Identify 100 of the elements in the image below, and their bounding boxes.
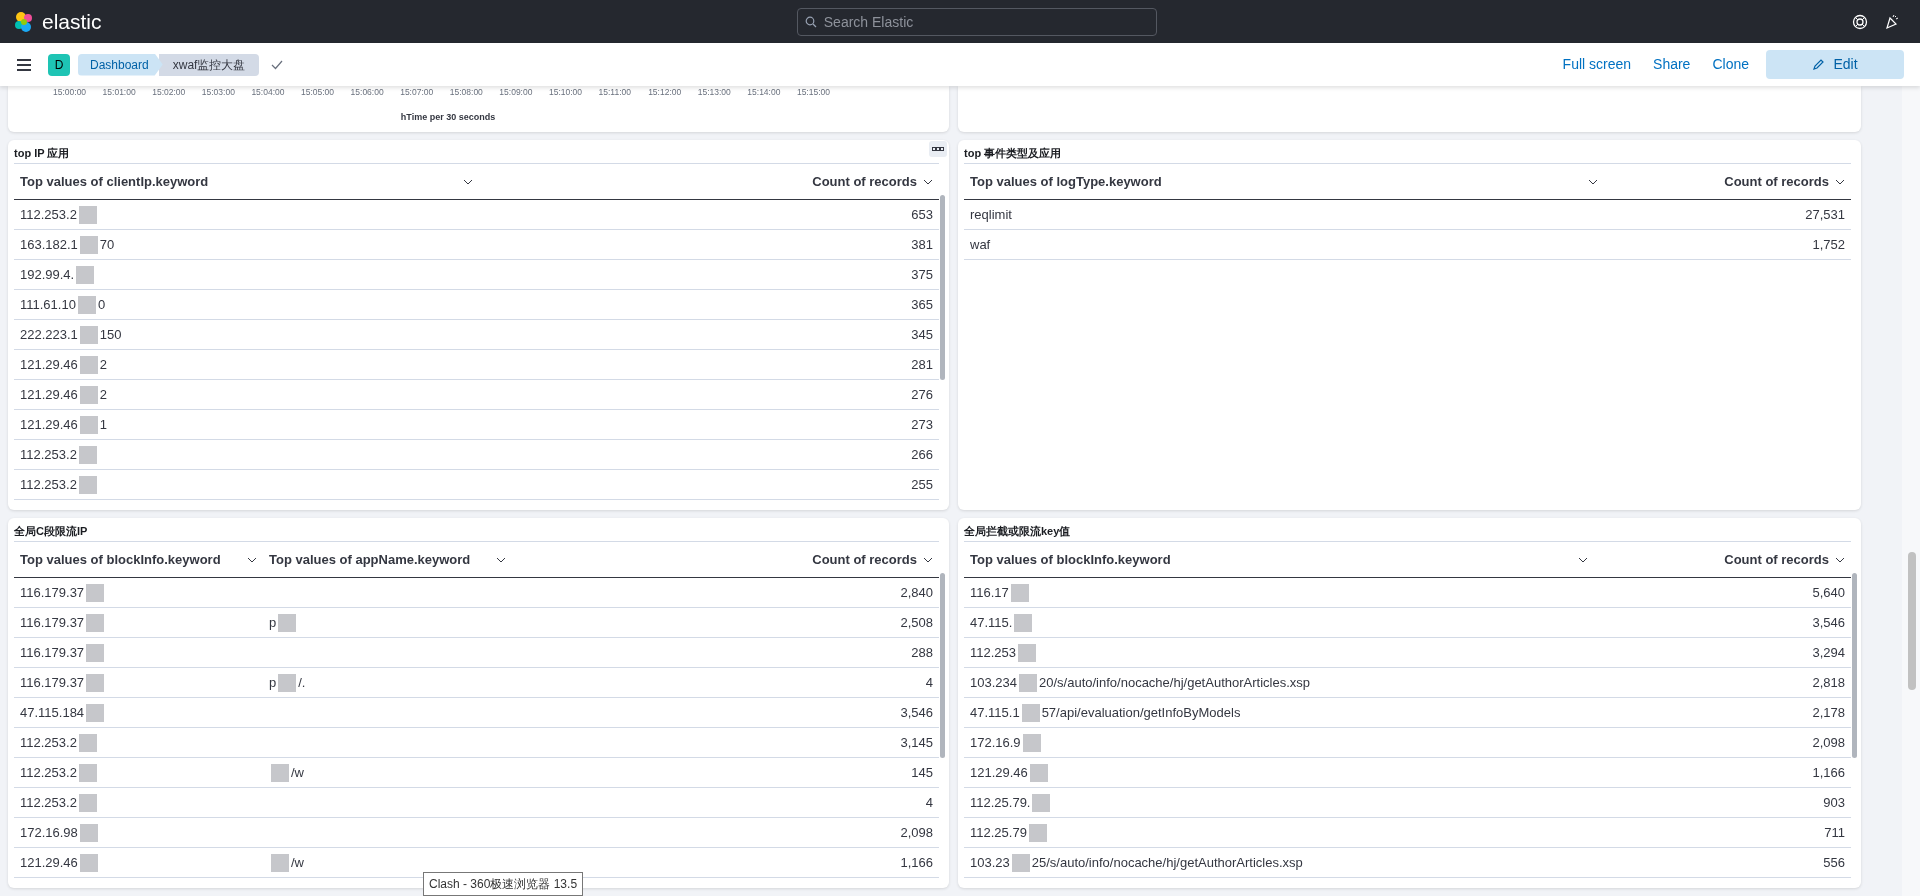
column-header[interactable]: Top values of logType.keyword [964, 164, 1604, 199]
scrollbar[interactable] [1852, 573, 1857, 758]
axis-tick-label: 15:06:00 [350, 86, 385, 99]
table-cell-text: 2,098 [900, 823, 933, 842]
scrollbar[interactable] [940, 195, 945, 380]
edit-button[interactable]: Edit [1766, 50, 1904, 79]
redaction-mark [1010, 583, 1029, 602]
table-cell-text: 112.253.2 [20, 445, 77, 464]
redaction-mark [78, 445, 97, 464]
column-header[interactable]: Count of records [479, 164, 939, 199]
axis-tick-label: 15:15:00 [796, 86, 831, 99]
table-cell-text: /w [291, 853, 304, 872]
table-cell-text: 903 [1823, 793, 1845, 812]
redaction-mark [76, 265, 95, 284]
table-cell-text: 556 [1823, 853, 1845, 872]
table-cell-text: 1 [99, 415, 108, 434]
page-scrollbar[interactable] [1902, 86, 1920, 896]
table-cell-text: 2 [99, 385, 108, 404]
breadcrumb[interactable]: Dashboard [78, 53, 163, 76]
redaction-mark [79, 823, 98, 842]
chevron-icon [1835, 178, 1845, 185]
column-header[interactable]: Top values of blockInfo.keyword [964, 542, 1594, 577]
column-header[interactable]: Top values of appName.keyword [263, 542, 512, 577]
panel-title: 全局C段限流IP [14, 524, 89, 539]
action-link[interactable]: Clone [1701, 54, 1760, 75]
redaction-mark [78, 793, 97, 812]
axis-tick-label: 15:11:00 [598, 86, 632, 99]
table-cell-text: 4 [925, 793, 933, 812]
redaction-mark [1032, 793, 1051, 812]
axis-tick-label: 15:13:00 [697, 86, 732, 99]
column-header[interactable]: Top values of clientIp.keyword [14, 164, 479, 199]
action-link[interactable]: Full screen [1551, 54, 1643, 75]
table-cell-text: 116.179.37 [20, 613, 85, 632]
table-cell-text: 27,531 [1805, 205, 1845, 224]
table-cell-text: 112.253 [970, 643, 1017, 662]
table-cell-text: 2,098 [1812, 733, 1845, 752]
table-cell-text: p [269, 613, 277, 632]
table-cell-text: 711 [1824, 823, 1845, 842]
brand-name: elastic [42, 8, 102, 35]
redaction-mark [1028, 823, 1047, 842]
table-cell-text: 150 [99, 325, 122, 344]
table-cell-text: 112.253.2 [20, 763, 77, 782]
table-cell-text: 111.61.10 [20, 295, 76, 314]
redaction-mark [86, 673, 105, 692]
redaction-mark [78, 475, 97, 494]
column-header[interactable]: Count of records [512, 542, 939, 577]
table-cell-text: 1,166 [900, 853, 933, 872]
redaction-mark [78, 205, 97, 224]
table-cell-text: 112.253.2 [20, 793, 77, 812]
table-cell-text: 112.25.79 [970, 823, 1027, 842]
table-cell-text: 121.29.46 [20, 853, 78, 872]
options-button[interactable] [929, 141, 947, 157]
redaction-mark [1022, 733, 1041, 752]
table-cell-text: 3,294 [1812, 643, 1845, 662]
chevron-icon [923, 178, 933, 185]
axis-tick-label: 15:02:00 [152, 86, 187, 99]
table-cell-text: 116.179.37 [20, 643, 85, 662]
redaction-mark [78, 733, 97, 752]
space-avatar[interactable]: D [48, 53, 70, 76]
table-cell-text: 2 [99, 355, 108, 374]
column-header[interactable]: Count of records [1594, 542, 1851, 577]
axis-tick-label: 15:08:00 [449, 86, 484, 99]
redaction-mark [79, 355, 98, 374]
table-cell-text: 381 [911, 235, 933, 254]
table-cell-text: 116.17 [970, 583, 1009, 602]
table-cell-text: 172.16.98 [20, 823, 78, 842]
table-cell-text: 3,546 [1812, 613, 1845, 632]
table-cell-text: 112.253.2 [20, 475, 77, 494]
table-cell-text: 112.253.2 [20, 205, 77, 224]
table-cell-text: 345 [911, 325, 933, 344]
chevron-icon [1578, 556, 1588, 563]
table-cell-text: 653 [911, 205, 933, 224]
axis-title: hTime per 30 seconds [399, 110, 497, 124]
chevron-icon [923, 556, 933, 563]
table-cell-text: 281 [911, 355, 933, 374]
redaction-mark [278, 613, 297, 632]
dots-icon [932, 147, 944, 151]
redaction-mark [1018, 643, 1037, 662]
axis-tick-label: 15:04:00 [251, 86, 286, 99]
scrollbar[interactable] [940, 573, 945, 758]
action-link[interactable]: Share [1642, 54, 1702, 75]
redaction-mark [86, 643, 105, 662]
table-cell-text: 47.115.184 [20, 703, 85, 722]
table-cell-text: 192.99.4. [20, 265, 75, 284]
column-header[interactable]: Count of records [1604, 164, 1851, 199]
table-cell-text: 273 [911, 415, 933, 434]
axis-tick-label: 15:14:00 [747, 86, 782, 99]
breadcrumb: xwaf监控大盘 [158, 53, 260, 76]
redaction-mark [1014, 613, 1033, 632]
table-cell-text: 222.223.1 [20, 325, 78, 344]
table-cell-text: 121.29.46 [20, 355, 78, 374]
table-cell-text: 172.16.9 [970, 733, 1021, 752]
table-cell-text: 288 [911, 643, 933, 662]
tooltip: Clash - 360极速浏览器 13.5 [423, 872, 584, 896]
chevron-icon [247, 556, 257, 563]
redaction-mark [271, 763, 289, 782]
search-field[interactable]: Search Elastic [796, 7, 1157, 36]
table-cell-text: 20/s/auto/info/nocache/hj/getAuthorArticles.xsp [1039, 673, 1310, 692]
table-cell-text: 112.253.2 [20, 733, 77, 752]
column-header[interactable]: Top values of blockInfo.keyword [14, 542, 263, 577]
